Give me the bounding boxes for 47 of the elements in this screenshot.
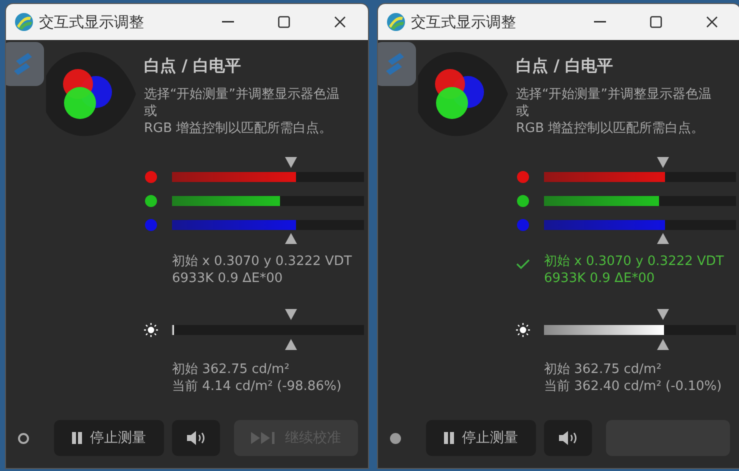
up-triangle-icon [285, 339, 297, 350]
section-heading: 白点 / 白电平 [144, 55, 242, 77]
app-logo-icon [15, 13, 33, 31]
close-icon [706, 16, 718, 28]
description-text: RGB 增益控制以匹配所需白点。 [516, 120, 706, 137]
luminance-text: 当前 362.40 cd/m² (-0.10%) [544, 378, 723, 395]
chromaticity-text: 6933K 0.9 ΔE*00 [172, 270, 284, 287]
luminance-text: 初始 362.75 cd/m² [544, 361, 662, 378]
chromaticity-text: 初始 x 0.3070 y 0.3222 VDT [544, 253, 724, 270]
description-text: 选择“开始测量”并调整显示器色温 [516, 86, 712, 103]
sound-button[interactable] [172, 420, 220, 456]
description-text: 或 [516, 103, 530, 120]
pause-icon [444, 432, 454, 444]
close-icon [334, 16, 346, 28]
brightness-icon [516, 323, 530, 337]
description-text: RGB 增益控制以匹配所需白点。 [144, 120, 334, 137]
down-triangle-icon [285, 157, 297, 168]
up-triangle-icon [657, 339, 669, 350]
pause-icon [72, 432, 82, 444]
down-triangle-icon [657, 309, 669, 320]
section-heading: 白点 / 白电平 [516, 55, 614, 77]
maximize-icon [650, 16, 662, 28]
sound-button[interactable] [544, 420, 592, 456]
description-text: 或 [144, 103, 158, 120]
chromaticity-text: 6933K 0.9 ΔE*00 [544, 270, 656, 287]
stop-measuring-button[interactable]: 停止测量 [54, 420, 164, 456]
minimize-icon [222, 21, 234, 23]
brightness-icon [144, 323, 158, 337]
window-title: 交互式显示调整 [411, 12, 517, 33]
up-triangle-icon [657, 233, 669, 244]
stop-measuring-button[interactable]: 停止测量 [426, 420, 536, 456]
luminance-text: 当前 4.14 cd/m² (-98.86%) [172, 378, 342, 395]
s-logo-icon [12, 51, 34, 77]
luminance-text: 初始 362.75 cd/m² [172, 361, 290, 378]
up-triangle-icon [285, 233, 297, 244]
down-triangle-icon [657, 157, 669, 168]
description-text: 选择“开始测量”并调整显示器色温 [144, 86, 340, 103]
window-title: 交互式显示调整 [39, 12, 145, 33]
app-logo-icon [387, 13, 405, 31]
skip-forward-icon [251, 432, 277, 444]
down-triangle-icon [285, 309, 297, 320]
maximize-icon [278, 16, 290, 28]
speaker-icon [186, 430, 206, 446]
speaker-icon [558, 430, 578, 446]
minimize-icon [594, 21, 606, 23]
s-logo-icon [384, 51, 406, 77]
chromaticity-text: 初始 x 0.3070 y 0.3222 VDT [172, 253, 352, 270]
